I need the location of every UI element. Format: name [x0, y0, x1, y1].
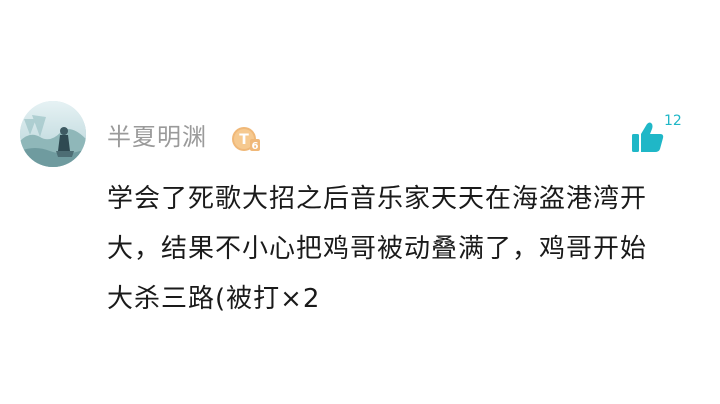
comment-line: 学会了死歌大招之后音乐家天天在海盗港湾开	[107, 184, 648, 214]
comment-line: 大杀三路(被打×2	[107, 284, 321, 314]
avatar[interactable]	[20, 101, 86, 167]
comment-text: 学会了死歌大招之后音乐家天天在海盗港湾开 大，结果不小心把鸡哥被动叠满了，鸡哥开…	[107, 174, 677, 324]
username[interactable]: 半夏明渊	[107, 121, 207, 153]
thumbs-up-icon	[632, 122, 664, 152]
level-badge: T 6	[231, 126, 261, 152]
like-count: 12	[664, 113, 682, 129]
comment-line: 大，结果不小心把鸡哥被动叠满了，鸡哥开始	[107, 234, 648, 264]
level-badge-number: 6	[252, 141, 259, 152]
avatar-image	[20, 101, 86, 167]
level-badge-letter: T	[239, 132, 249, 148]
like-button[interactable]	[628, 118, 668, 158]
